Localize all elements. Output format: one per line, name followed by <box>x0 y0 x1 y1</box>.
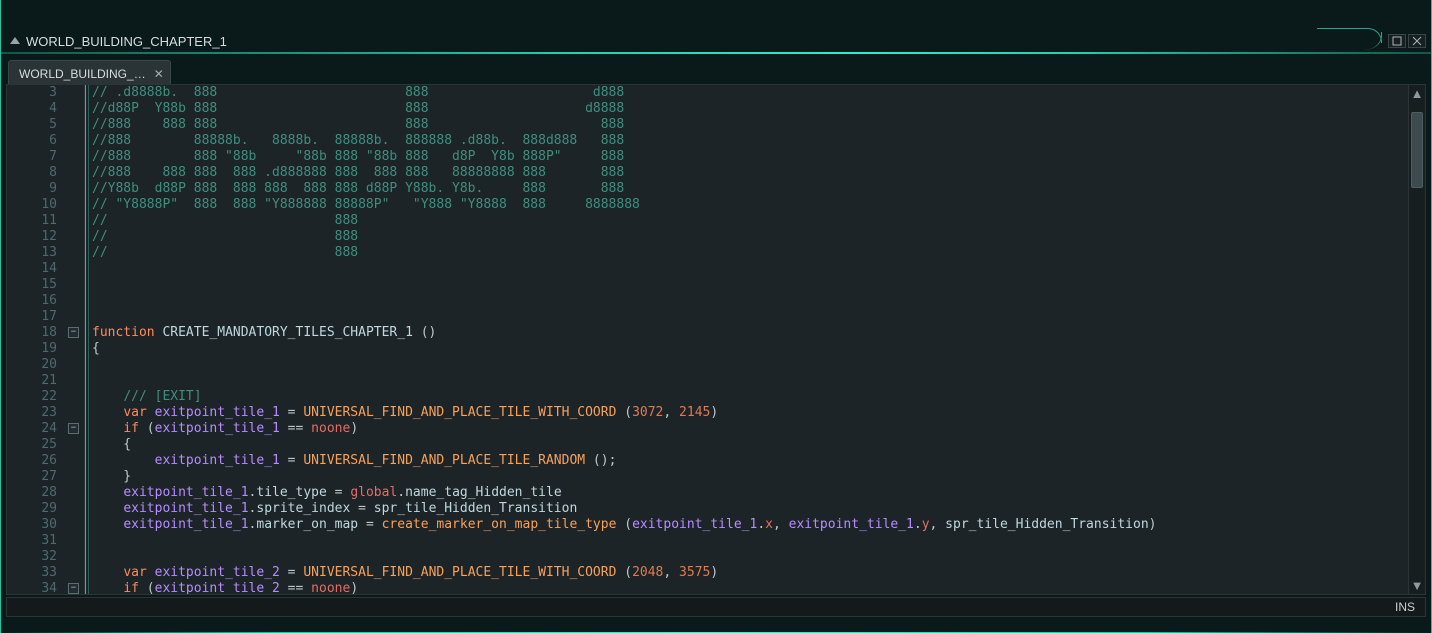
tab-strip: WORLD_BUILDING_… ✕ <box>8 58 1424 86</box>
scroll-down-arrow-icon[interactable]: ▼ <box>1409 577 1425 594</box>
code-line[interactable] <box>86 293 1425 309</box>
line-number: 16 <box>7 293 57 309</box>
close-button[interactable] <box>1408 34 1426 48</box>
line-number: 10 <box>7 197 57 213</box>
line-number: 31 <box>7 533 57 549</box>
titlebar: WORLD_BUILDING_CHAPTER_1 <box>0 28 1432 54</box>
code-line[interactable]: exitpoint_tile_1 = UNIVERSAL_FIND_AND_PL… <box>86 453 1425 469</box>
window-title: WORLD_BUILDING_CHAPTER_1 <box>26 34 227 49</box>
line-number: 30 <box>7 517 57 533</box>
code-line[interactable]: // 888 <box>86 213 1425 229</box>
code-line[interactable]: if (exitpoint_tile_1 == noone) <box>86 421 1425 437</box>
code-line[interactable]: // 888 <box>86 229 1425 245</box>
line-number: 8 <box>7 165 57 181</box>
line-number: 4 <box>7 101 57 117</box>
line-number: 17 <box>7 309 57 325</box>
line-number: 24 <box>7 421 57 437</box>
code-line[interactable] <box>86 533 1425 549</box>
code-line[interactable]: //Y88b d88P 888 888 888 888 888 d88P Y88… <box>86 181 1425 197</box>
code-line[interactable]: //888 888 888 888 888 <box>86 117 1425 133</box>
code-line[interactable]: { <box>86 437 1425 453</box>
code-line[interactable]: { <box>86 341 1425 357</box>
code-line[interactable] <box>86 373 1425 389</box>
line-number: 11 <box>7 213 57 229</box>
code-line[interactable]: //888 88888b. 8888b. 88888b. 888888 .d88… <box>86 133 1425 149</box>
line-number: 21 <box>7 373 57 389</box>
line-number: 14 <box>7 261 57 277</box>
line-number: 9 <box>7 181 57 197</box>
line-number: 13 <box>7 245 57 261</box>
code-line[interactable]: if (exitpoint_tile_2 == noone) <box>86 581 1425 594</box>
line-number: 22 <box>7 389 57 405</box>
window-curve-decoration <box>1318 32 1382 50</box>
line-number: 27 <box>7 469 57 485</box>
code-line[interactable]: // .d8888b. 888 888 d888 <box>86 85 1425 101</box>
line-number: 6 <box>7 133 57 149</box>
line-number: 5 <box>7 117 57 133</box>
fold-toggle-icon[interactable]: − <box>68 423 79 434</box>
line-number: 7 <box>7 149 57 165</box>
line-number: 3 <box>7 85 57 101</box>
code-line[interactable]: //d88P Y88b 888 888 d8888 <box>86 101 1425 117</box>
code-line[interactable] <box>86 261 1425 277</box>
code-line[interactable]: //888 888 888 888 .d888888 888 888 888 8… <box>86 165 1425 181</box>
line-number: 15 <box>7 277 57 293</box>
line-number: 18 <box>7 325 57 341</box>
code-line[interactable]: exitpoint_tile_1.tile_type = global.name… <box>86 485 1425 501</box>
line-number: 23 <box>7 405 57 421</box>
tab-world-building[interactable]: WORLD_BUILDING_… ✕ <box>8 60 171 86</box>
maximize-button[interactable] <box>1388 34 1406 48</box>
tab-label: WORLD_BUILDING_… <box>19 67 146 81</box>
code-line[interactable] <box>86 277 1425 293</box>
status-bar: INS <box>6 597 1426 617</box>
line-number: 25 <box>7 437 57 453</box>
scroll-thumb[interactable] <box>1411 112 1423 188</box>
scroll-track[interactable] <box>1411 102 1423 577</box>
code-line[interactable]: // 888 <box>86 245 1425 261</box>
line-number: 33 <box>7 565 57 581</box>
code-line[interactable]: //888 888 "88b "88b 888 "88b 888 d8P Y8b… <box>86 149 1425 165</box>
line-number: 26 <box>7 453 57 469</box>
line-number: 20 <box>7 357 57 373</box>
code-line[interactable]: /// [EXIT] <box>86 389 1425 405</box>
fold-toggle-icon[interactable]: − <box>68 327 79 338</box>
code-line[interactable]: } <box>86 469 1425 485</box>
code-line[interactable]: var exitpoint_tile_1 = UNIVERSAL_FIND_AN… <box>86 405 1425 421</box>
code-line[interactable] <box>86 309 1425 325</box>
line-number: 28 <box>7 485 57 501</box>
code-editor[interactable]: 3456789101112131415161718192021222324252… <box>6 84 1426 595</box>
line-number: 29 <box>7 501 57 517</box>
code-line[interactable]: exitpoint_tile_1.sprite_index = spr_tile… <box>86 501 1425 517</box>
code-line[interactable] <box>86 549 1425 565</box>
window-controls <box>1318 32 1426 50</box>
fold-column: − − − <box>65 85 85 594</box>
line-number: 34 <box>7 581 57 594</box>
code-line[interactable]: // "Y8888P" 888 888 "Y888888 88888P" "Y8… <box>86 197 1425 213</box>
fold-toggle-icon[interactable]: − <box>68 583 79 594</box>
code-column[interactable]: // .d8888b. 888 888 d888 //d88P Y88b 888… <box>85 85 1425 594</box>
code-line[interactable]: exitpoint_tile_1.marker_on_map = create_… <box>86 517 1425 533</box>
code-line[interactable] <box>86 357 1425 373</box>
vertical-scrollbar[interactable]: ▲ ▼ <box>1408 85 1425 594</box>
scroll-up-arrow-icon[interactable]: ▲ <box>1409 85 1425 102</box>
line-number: 32 <box>7 549 57 565</box>
close-icon[interactable]: ✕ <box>154 67 164 81</box>
line-number-gutter: 3456789101112131415161718192021222324252… <box>7 85 65 594</box>
code-line[interactable]: var exitpoint_tile_2 = UNIVERSAL_FIND_AN… <box>86 565 1425 581</box>
line-number: 19 <box>7 341 57 357</box>
code-line[interactable]: function CREATE_MANDATORY_TILES_CHAPTER_… <box>86 325 1425 341</box>
insert-mode-indicator: INS <box>1395 600 1415 614</box>
line-number: 12 <box>7 229 57 245</box>
collapse-triangle-icon[interactable] <box>10 37 20 44</box>
